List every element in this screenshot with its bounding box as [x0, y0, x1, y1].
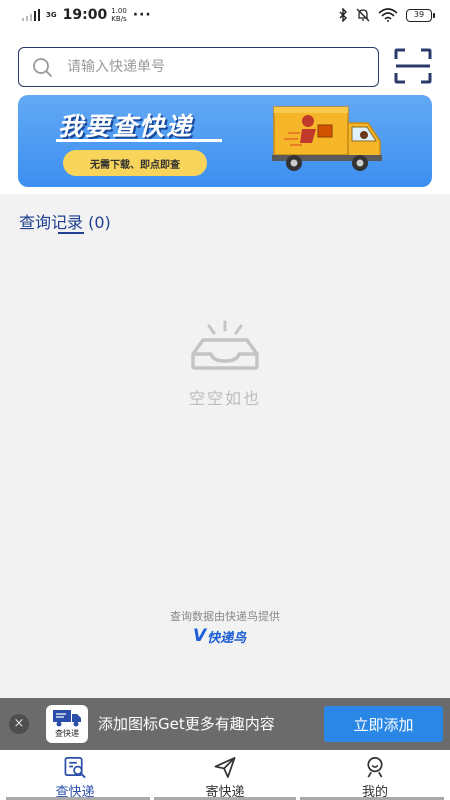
- provider-logo-name: 快递鸟: [207, 630, 247, 646]
- status-bar: 3G 19:00 1.00 KB/s ··· 39: [0, 0, 450, 30]
- banner-pill: 无需下载、即点即查: [63, 150, 207, 176]
- bottom-tab-bar: 查快递 寄快递 我的: [0, 750, 450, 800]
- add-now-button[interactable]: 立即添加: [324, 706, 443, 742]
- banner-title-underline: [56, 139, 222, 142]
- signal-icon: [22, 9, 40, 21]
- wifi-icon: [378, 8, 398, 22]
- truck-icon: [272, 106, 382, 171]
- provider-text: 查询数据由快递鸟提供: [170, 610, 280, 623]
- net-speed-value: 1.00: [111, 7, 127, 15]
- user-icon: [367, 757, 383, 778]
- clock: 19:00: [62, 7, 108, 23]
- query-banner[interactable]: 我要查快递 无需下载、即点即查: [18, 95, 432, 187]
- status-right: 39: [338, 8, 435, 22]
- net-speed: 1.00 KB/s: [111, 7, 127, 23]
- app-shortcut-label: 查快递: [55, 729, 79, 738]
- history-title: 查询记录 (0): [19, 213, 111, 232]
- empty-text: 空空如也: [188, 389, 261, 408]
- tab-mine[interactable]: 我的: [300, 750, 450, 800]
- provider-logo: V 快递鸟: [193, 626, 259, 646]
- search-icon: [33, 58, 52, 77]
- app-shortcut-icon: 查快递: [46, 705, 88, 743]
- battery-icon: 39: [406, 8, 435, 22]
- more-dots: ···: [132, 7, 152, 23]
- provider-logo-v: V: [193, 626, 207, 646]
- send-icon: [214, 757, 236, 778]
- search-doc-icon: [64, 757, 86, 779]
- bluetooth-icon: [339, 8, 347, 22]
- scan-icon[interactable]: [394, 48, 432, 84]
- mute-bell-icon: [356, 8, 370, 22]
- status-left: 3G 19:00 1.00 KB/s ···: [22, 7, 152, 23]
- tab-send-express[interactable]: 寄快递: [150, 750, 300, 800]
- history-underline: [58, 232, 84, 234]
- empty-inbox-icon: [191, 320, 259, 370]
- search-box[interactable]: [18, 47, 379, 87]
- app-truck-icon: [53, 710, 81, 727]
- search-input[interactable]: [67, 59, 327, 75]
- promo-text: 添加图标Get更多有趣内容: [98, 715, 275, 733]
- close-icon[interactable]: ×: [9, 714, 29, 734]
- network-type: 3G: [46, 11, 57, 19]
- net-speed-unit: KB/s: [111, 15, 127, 23]
- banner-title: 我要查快递: [58, 112, 194, 141]
- tab-query-express[interactable]: 查快递: [0, 750, 150, 800]
